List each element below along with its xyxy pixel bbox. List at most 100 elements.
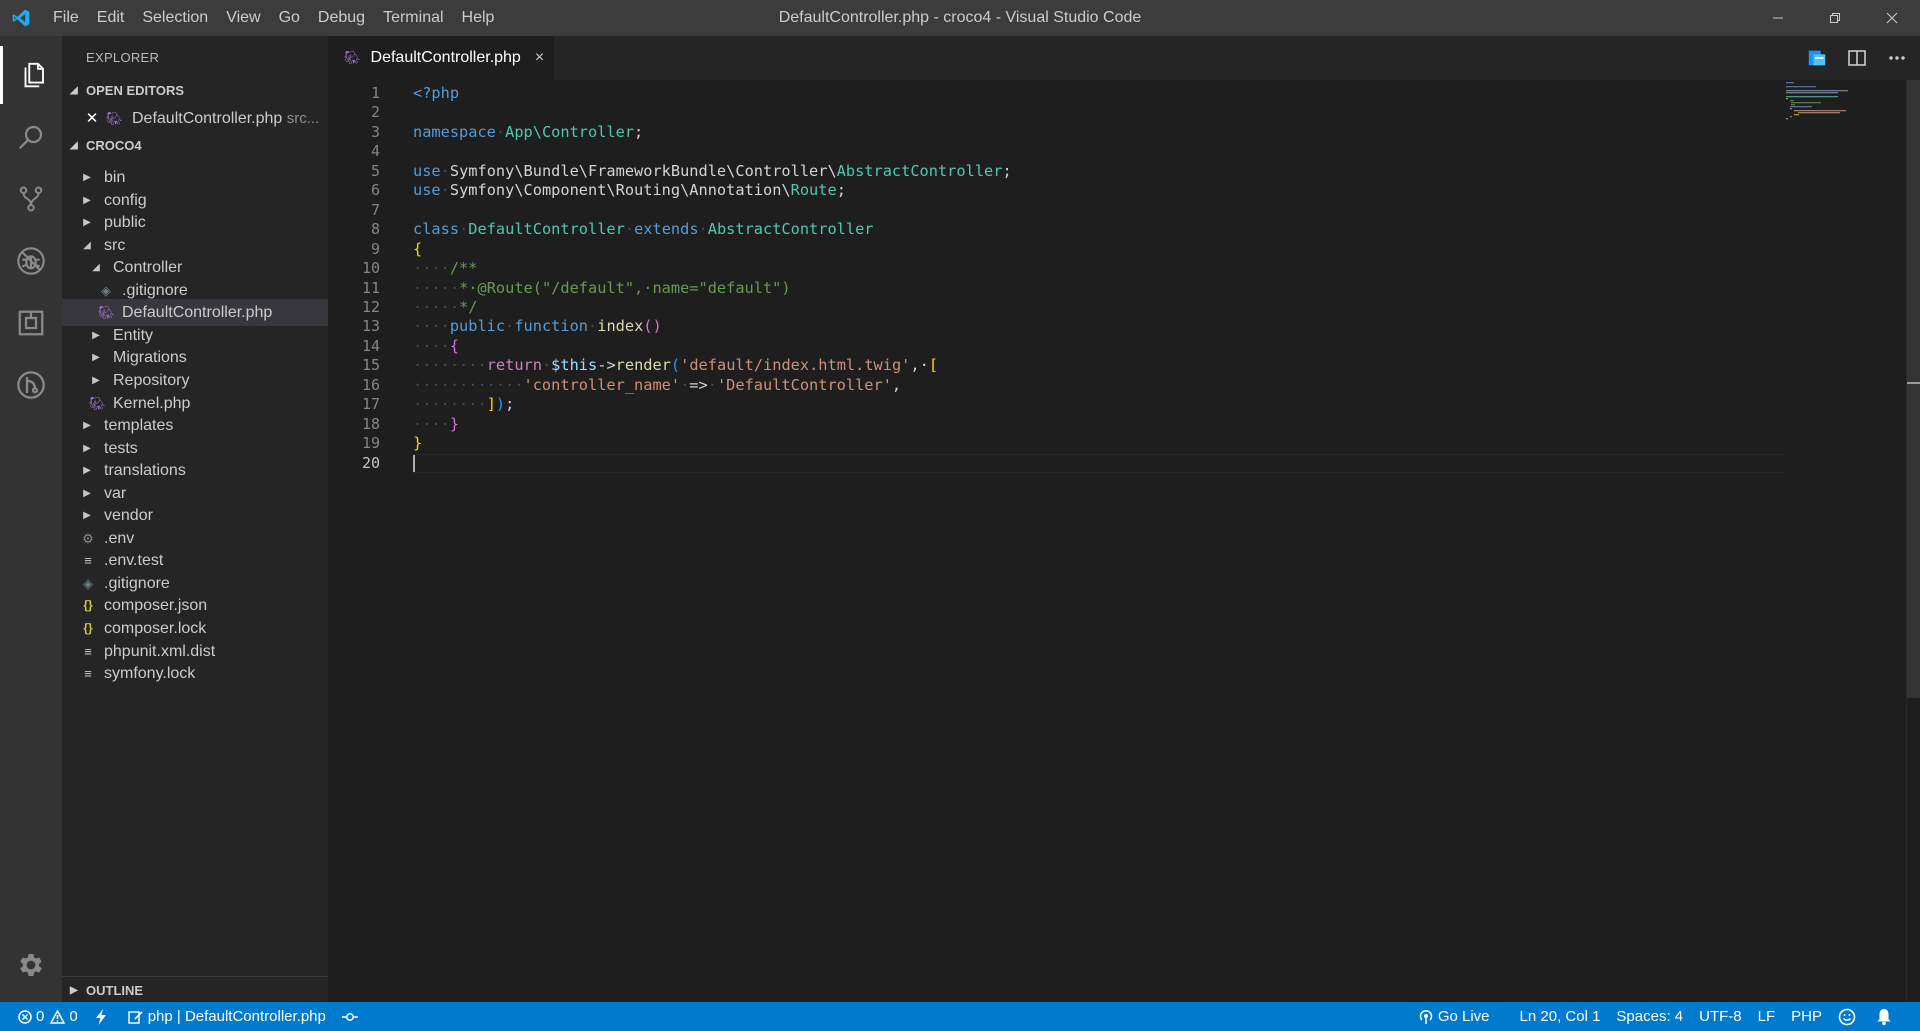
text-cursor [413,454,415,472]
scrollbar-cursor-marker [1907,382,1920,384]
menu-debug[interactable]: Debug [309,0,374,36]
code-token: <?php [413,84,460,102]
menu-view[interactable]: View [217,0,269,36]
activity-source-control[interactable] [0,170,62,228]
menu-file[interactable]: File [44,0,88,36]
open-editor-item[interactable]: ✕ 🐘︎ DefaultController.php src... [62,105,328,132]
activity-settings[interactable] [0,936,62,994]
minimap[interactable] [1786,80,1906,150]
menu-terminal[interactable]: Terminal [374,0,452,36]
cursor-position[interactable]: Ln 20, Col 1 [1512,1002,1609,1031]
tree-item-symfony-lock[interactable]: ≡ symfony.lock [62,660,328,687]
tree-item-label: symfony.lock [104,665,196,683]
text-file-icon: ≡ [84,666,92,682]
chevron-down-icon: ◢ [70,140,78,151]
code-token: ···· [413,336,450,355]
menu-go[interactable]: Go [270,0,309,36]
code-token: Symfony\Bundle\FrameworkBundle\Controlle… [449,161,837,180]
lightning-icon [95,1008,106,1025]
line-number: 13 [361,317,380,336]
code-token: $this [551,356,598,375]
lightning-button[interactable] [86,1002,120,1031]
code-token: { [413,239,423,258]
notifications-button[interactable] [1868,1002,1904,1031]
sidebar-title: EXPLORER [86,50,160,65]
code-token: · [459,220,469,239]
minimize-button[interactable] [1749,0,1806,36]
line-number: 18 [361,414,380,433]
code-token: extends [634,220,699,239]
open-preview-button[interactable] [1802,43,1832,73]
code-token: · [505,317,515,336]
activity-explorer[interactable] [0,46,62,104]
line-number: 19 [361,434,380,453]
open-editors-header[interactable]: ◢ OPEN EDITORS [62,78,328,104]
language-mode[interactable]: PHP [1783,1002,1830,1031]
close-window-button[interactable] [1863,0,1920,36]
files-icon [24,62,44,88]
sync-button[interactable] [334,1002,370,1031]
search-icon [18,125,43,150]
vertical-scrollbar-thumb[interactable] [1907,80,1920,698]
code-token: · [541,356,552,375]
code-token: /** [449,259,478,278]
open-editors-label: OPEN EDITORS [86,83,185,98]
code-line: class·DefaultController·extends·Abstract… [413,220,874,239]
code-token: ] [486,395,496,414]
close-icon [1886,12,1897,24]
explorer-sidebar: EXPLORER ◢ OPEN EDITORS ✕ 🐘︎ DefaultCont… [62,36,328,1002]
more-actions-button[interactable] [1882,43,1912,73]
activity-debug[interactable] [0,232,62,290]
outline-header[interactable]: ▶ OUTLINE [62,976,328,1002]
code-line: ····{ [413,337,459,356]
line-number: 14 [361,336,380,355]
activity-git-history[interactable] [0,356,62,414]
menu-edit[interactable]: Edit [88,0,134,36]
current-line-highlight [413,453,1785,473]
vscode-logo-icon [12,9,30,27]
editor-actions [1802,36,1912,80]
activity-extensions[interactable] [0,294,62,352]
line-number: 4 [370,142,380,161]
line-number: 20 [361,453,380,472]
code-line: <?php [413,84,459,103]
restore-button[interactable] [1806,0,1863,36]
code-token: ········ [413,395,487,414]
indentation[interactable]: Spaces: 4 [1608,1002,1691,1031]
broadcast-icon [1419,1009,1433,1024]
menu-selection[interactable]: Selection [133,0,217,36]
code-token: · [698,220,708,239]
close-icon[interactable]: ✕ [84,105,100,132]
code-token: Symfony\Component\Routing\Annotation\ [449,181,791,200]
code-line: } [413,434,422,453]
chevron-down-icon: ◢ [70,85,78,96]
code-token: ···· [413,259,450,278]
problems-indicator[interactable]: 0 0 [10,1002,86,1031]
end-of-line[interactable]: LF [1750,1002,1784,1031]
code-editor[interactable]: 1 2 3 4 5 6 7 8 9 10 11 12 13 14 15 16 17 18 19 20 <?php nam… [328,80,1920,1002]
project-header[interactable]: ◢ CROCO4 [62,133,328,159]
language-file-indicator[interactable]: php | DefaultController.php [120,1002,334,1031]
split-editor-button[interactable] [1842,43,1872,73]
line-number: 5 [370,161,380,180]
tab-label: DefaultController.php [370,49,521,66]
code-token: 'DefaultController' [716,375,892,394]
feedback-button[interactable] [1830,1002,1868,1031]
line-number: 2 [370,103,380,122]
code-token: return [486,356,542,375]
restore-icon [1829,13,1840,23]
code-token: Route [790,181,837,200]
activity-search[interactable] [0,108,62,166]
tab-default-controller[interactable]: 🐘︎ DefaultController.php × [328,36,554,80]
menu-help[interactable]: Help [453,0,504,36]
tab-close-button[interactable]: × [535,49,544,67]
code-token: ,· [910,356,929,375]
project-label: CROCO4 [86,138,142,153]
code-token: AbstractController [707,220,874,239]
go-live-button[interactable]: Go Live [1410,1002,1498,1031]
code-token: · [495,122,506,141]
encoding[interactable]: UTF-8 [1691,1002,1750,1031]
code-token: ; [505,395,515,414]
preview-icon [1808,50,1826,66]
warning-icon [50,1009,66,1024]
